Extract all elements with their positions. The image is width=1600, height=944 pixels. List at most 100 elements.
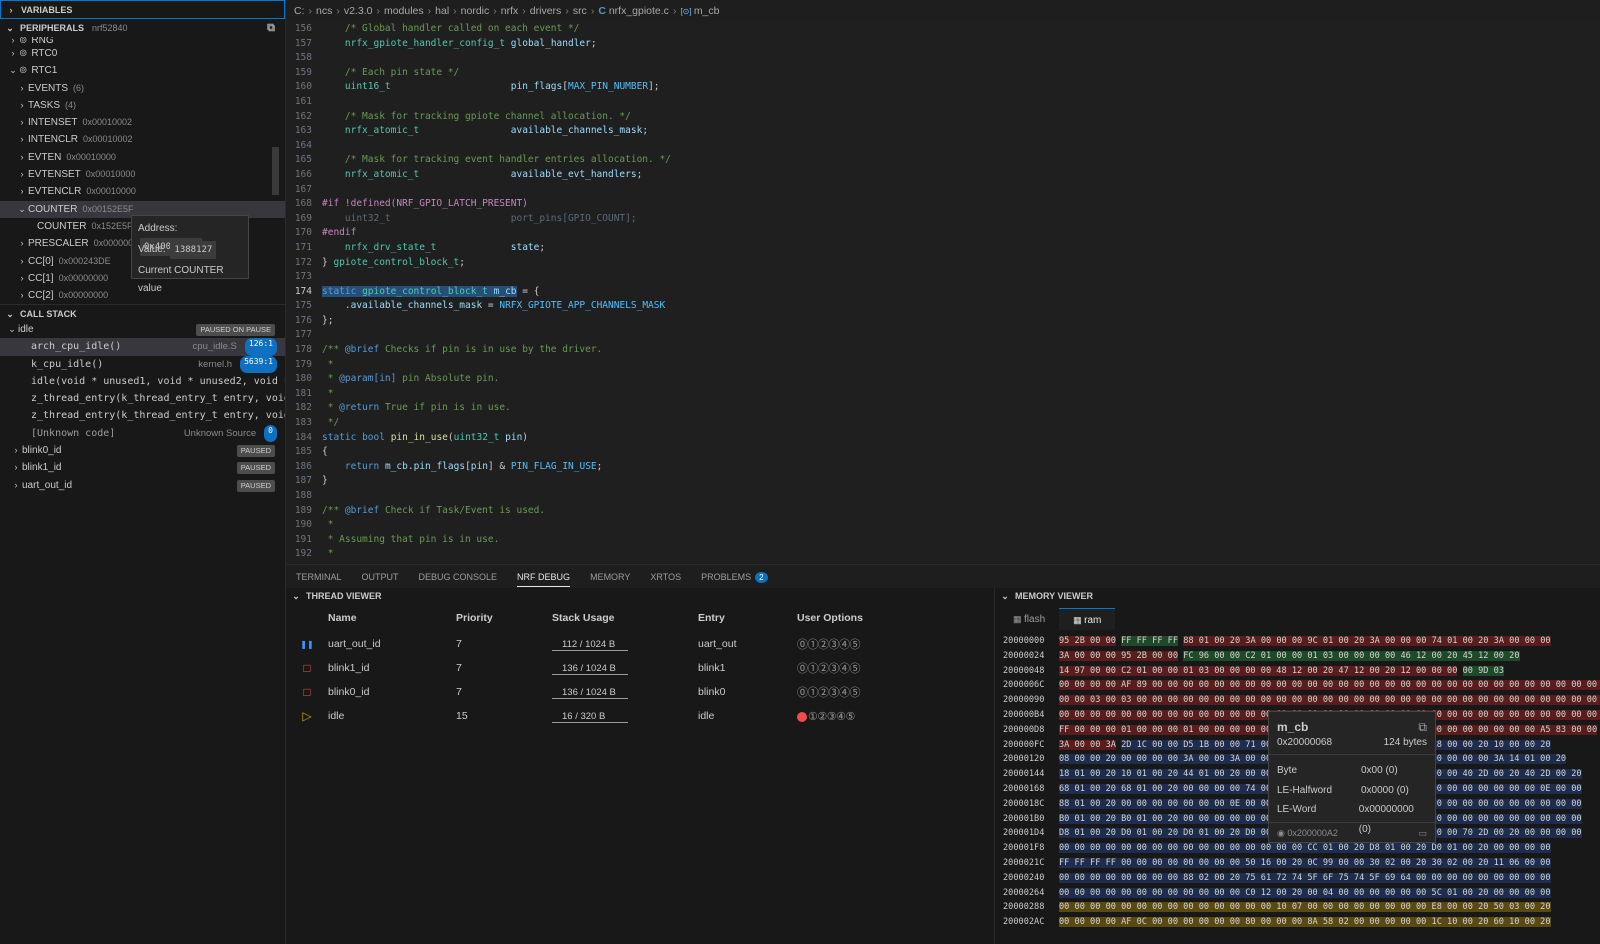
memory-byte-group[interactable]: 00 00 00 00 AF 0C 00 00 00 00 00 00 80 0… <box>1059 917 1551 928</box>
memory-byte-group[interactable]: FF FF FF FF 00 00 00 00 00 00 00 00 50 1… <box>1059 857 1551 868</box>
tab-output[interactable]: OUTPUT <box>362 565 399 589</box>
thread-row[interactable]: □ blink0_id 7 136 / 1024 B blink0 ⓪①②③④⑤ <box>286 680 994 704</box>
go-to-icon[interactable]: ▭ <box>1418 823 1427 842</box>
breadcrumb-item[interactable]: nrfx_gpiote.c <box>609 5 669 17</box>
thread-blink1_id[interactable]: › blink1_id PAUSED <box>0 459 285 476</box>
memory-bytes[interactable]: 95 2B 00 00 FF FF FF FF 88 01 00 20 3A 0… <box>1059 634 1600 649</box>
memory-bytes[interactable]: 00 00 00 00 00 00 00 00 00 00 00 00 C0 1… <box>1059 886 1600 901</box>
option-toggles[interactable]: ⓪①②③④⑤ <box>797 663 861 675</box>
tab-memory[interactable]: MEMORY <box>590 565 630 589</box>
peripheral-item[interactable]: › ⊚ RNG <box>0 37 285 45</box>
memory-bytes[interactable]: 14 97 00 00 C2 01 00 00 01 03 00 00 00 0… <box>1059 664 1600 679</box>
option-0-active-icon[interactable] <box>797 711 807 722</box>
thread-blink0_id[interactable]: › blink0_id PAUSED <box>0 442 285 459</box>
memory-tab-ram[interactable]: ▦ ram <box>1059 608 1116 630</box>
memory-bytes[interactable]: 00 00 00 00 00 00 00 00 88 02 00 20 75 6… <box>1059 871 1600 886</box>
stop-icon[interactable]: □ <box>286 661 328 675</box>
peripheral-item[interactable]: › ⊚ RTC0 <box>0 45 285 62</box>
breadcrumb-item[interactable]: drivers <box>530 5 562 17</box>
tab-debug-console[interactable]: DEBUG CONSOLE <box>419 565 498 589</box>
memory-byte-group[interactable]: 00 00 00 00 00 00 00 00 00 00 00 00 00 0… <box>1059 843 1551 854</box>
stack-frame[interactable]: [Unknown code] Unknown Source 0 <box>0 424 285 443</box>
thread-user-options[interactable]: ⓪①②③④⑤ <box>797 636 987 652</box>
tab-problems[interactable]: PROBLEMS 2 <box>701 565 768 589</box>
memory-byte-group[interactable]: 00 9D 03 <box>1462 665 1504 676</box>
play-icon[interactable]: ▷ <box>286 709 328 723</box>
stack-frame[interactable]: z_thread_entry(k_thread_entry_t entry, v… <box>0 407 285 424</box>
collapse-all-icon[interactable]: ⧉ <box>267 19 275 37</box>
memory-bytes[interactable]: 00 00 00 00 AF 89 00 00 00 00 00 00 00 0… <box>1059 678 1600 693</box>
thread-row[interactable]: ❚❚ uart_out_id 7 112 / 1024 B uart_out ⓪①②③④⑤ <box>286 632 994 656</box>
memory-tab-flash[interactable]: ▦ flash <box>999 608 1059 630</box>
option-toggles[interactable]: ⓪①②③④⑤ <box>797 687 861 699</box>
breadcrumb-item[interactable]: hal <box>435 5 449 17</box>
stack-frame[interactable]: idle(void * unused1, void * unused2, voi… <box>0 373 285 390</box>
memory-byte-group[interactable]: 00 00 00 00 00 00 00 00 88 02 00 20 75 6… <box>1059 872 1551 883</box>
breadcrumb-item[interactable]: nrfx <box>501 5 519 17</box>
tab-label: NRF DEBUG <box>517 571 571 582</box>
code-text: return m_cb.pin_flags[pin] & PIN_FLAG_IN… <box>344 460 603 472</box>
thread-user-options[interactable]: ①②③④⑤ <box>797 710 987 723</box>
peripheral-item[interactable]: › INTENSET 0x00010002 <box>0 114 285 131</box>
option-toggles[interactable]: ⓪①②③④⑤ <box>797 639 861 651</box>
peripheral-item[interactable]: ⌄ ⊚ RTC1 <box>0 62 285 79</box>
peripheral-item[interactable]: › TASKS (4) <box>0 97 285 114</box>
memory-byte-group[interactable]: 3A 00 00 00 95 2B 00 00 <box>1059 650 1178 661</box>
code-editor[interactable]: 156 /* Global handler called on each eve… <box>286 22 1600 564</box>
copy-icon[interactable]: ⧉ <box>1418 720 1427 735</box>
tab-xrtos[interactable]: XRTOS <box>650 565 681 589</box>
peripheral-item[interactable]: › EVTENCLR 0x00010000 <box>0 183 285 200</box>
memory-byte-group[interactable]: 14 97 00 00 C2 01 00 00 01 03 00 00 00 0… <box>1059 665 1458 676</box>
stack-frame[interactable]: arch_cpu_idle() cpu_idle.S 126:1 <box>0 338 285 356</box>
thread-viewer-header[interactable]: ⌄ THREAD VIEWER <box>286 588 994 604</box>
line-number: 160 <box>294 81 312 93</box>
eye-icon: ◉ <box>1277 828 1285 838</box>
code-text: /* Mask for tracking gpiote channel allo… <box>322 110 631 122</box>
pause-icon[interactable]: ❚❚ <box>286 640 328 649</box>
breadcrumb-item[interactable]: v2.3.0 <box>344 5 373 17</box>
tab-nrf-debug[interactable]: NRF DEBUG <box>517 565 571 589</box>
peripheral-item[interactable]: › EVTEN 0x00010000 <box>0 149 285 166</box>
memory-byte-group[interactable]: 00 00 00 00 00 00 00 00 00 00 00 00 C0 1… <box>1059 887 1551 898</box>
memory-bytes[interactable]: 00 00 03 00 03 00 00 00 00 00 00 00 00 0… <box>1059 693 1600 708</box>
breadcrumb-item[interactable]: nordic <box>461 5 490 17</box>
peripheral-item[interactable]: › EVTENSET 0x00010000 <box>0 166 285 183</box>
thread-row[interactable]: □ blink1_id 7 136 / 1024 B blink1 ⓪①②③④⑤ <box>286 656 994 680</box>
option-toggles[interactable]: ①②③④⑤ <box>808 711 855 723</box>
breadcrumb-item[interactable]: C: <box>294 5 305 17</box>
memory-bytes[interactable]: FF FF FF FF 00 00 00 00 00 00 00 00 50 1… <box>1059 856 1600 871</box>
stop-icon[interactable]: □ <box>286 685 328 699</box>
stack-frame[interactable]: z_thread_entry(k_thread_entry_t entry, v… <box>0 390 285 407</box>
peripheral-item[interactable]: › INTENCLR 0x00010002 <box>0 131 285 148</box>
thread-user-options[interactable]: ⓪①②③④⑤ <box>797 660 987 676</box>
memory-byte-group[interactable]: 00 00 00 00 00 00 00 00 00 00 00 00 00 0… <box>1059 902 1551 913</box>
breadcrumb-item[interactable]: modules <box>384 5 424 17</box>
memory-bytes[interactable]: 00 00 00 00 00 00 00 00 00 00 00 00 00 0… <box>1059 900 1600 915</box>
peripherals-header[interactable]: ⌄ PERIPHERALS nrf52840 ⧉ <box>0 19 285 37</box>
tab-terminal[interactable]: TERMINAL <box>296 565 342 589</box>
breadcrumb-item[interactable]: m_cb <box>694 5 720 17</box>
memory-byte-group[interactable]: 00 00 00 00 AF 89 00 00 00 00 00 00 00 0… <box>1059 680 1600 691</box>
memory-byte-group[interactable]: FF 00 00 00 01 00 00 00 01 00 00 00 00 0… <box>1059 724 1303 735</box>
thread-user-options[interactable]: ⓪①②③④⑤ <box>797 684 987 700</box>
thread-row[interactable]: ▷ idle 15 16 / 320 Bidle ①②③④⑤ <box>286 704 994 728</box>
memory-byte-group[interactable]: 00 00 03 00 03 00 00 00 00 00 00 00 00 0… <box>1059 695 1600 706</box>
memory-byte-group[interactable]: FC 96 00 00 C2 01 00 00 01 03 00 00 00 0… <box>1183 650 1520 661</box>
callstack-header[interactable]: ⌄ CALL STACK <box>0 304 285 322</box>
memory-byte-group[interactable]: 95 2B 00 00 <box>1059 636 1116 646</box>
variables-scrollbar[interactable] <box>272 147 279 195</box>
memory-viewer-header[interactable]: ⌄ MEMORY VIEWER <box>995 588 1600 604</box>
stack-frame[interactable]: k_cpu_idle() kernel.h 5639:1 <box>0 355 285 373</box>
memory-byte-group[interactable]: 88 01 00 20 3A 00 00 00 9C 01 00 20 3A 0… <box>1183 636 1551 646</box>
memory-bytes[interactable]: 00 00 00 00 AF 0C 00 00 00 00 00 00 80 0… <box>1059 915 1600 930</box>
memory-byte-group[interactable]: FF FF FF FF <box>1121 636 1179 646</box>
memory-byte-group[interactable]: 3A 00 00 3A <box>1059 739 1116 750</box>
thread-uart_out_id[interactable]: › uart_out_id PAUSED <box>0 477 285 494</box>
memory-bytes[interactable]: 3A 00 00 00 95 2B 00 00 FC 96 00 00 C2 0… <box>1059 649 1600 664</box>
peripheral-item[interactable]: › EVENTS (6) <box>0 80 285 97</box>
breadcrumb-item[interactable]: ncs <box>316 5 332 17</box>
thread-idle[interactable]: ⌄ idle PAUSED ON PAUSE <box>0 321 285 338</box>
breadcrumb-item[interactable]: src <box>573 5 587 17</box>
memory-bytes[interactable]: 00 00 00 00 00 00 00 00 00 00 00 00 00 0… <box>1059 841 1600 856</box>
variables-header[interactable]: › VARIABLES <box>0 0 285 19</box>
